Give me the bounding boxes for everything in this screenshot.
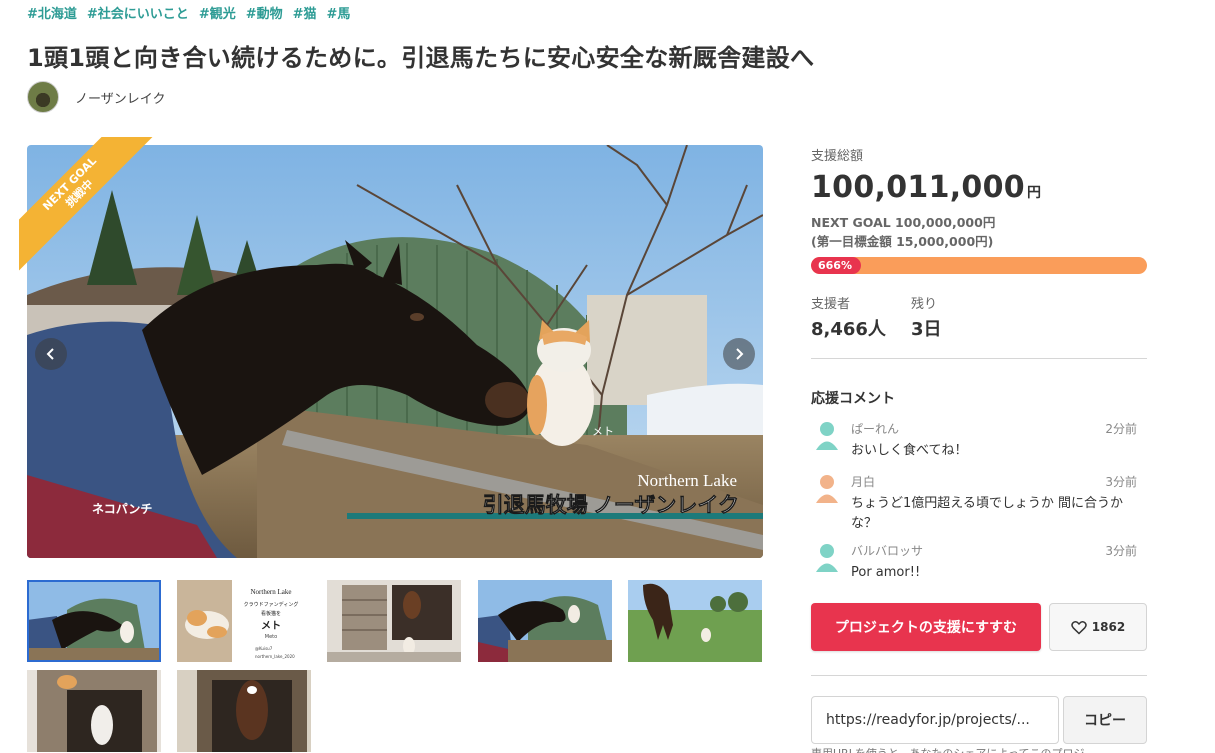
favorite-count: 1862: [1091, 620, 1126, 634]
tag-link[interactable]: #北海道: [27, 3, 77, 22]
carousel-prev-button[interactable]: [35, 338, 67, 370]
comment-text: Por amor!!: [851, 565, 921, 580]
comment-text: ちょうど1億円超える頃でしょうか 間に合うかな？: [851, 496, 1124, 531]
progress-label: 666%: [818, 259, 852, 272]
thumbnail-4[interactable]: [478, 580, 612, 662]
comment-item: ぱーれん 2分前 おいしく食べてね！: [811, 420, 1147, 461]
comment-author: 月白: [851, 475, 876, 489]
thumb-card-name-en: Meto: [265, 634, 277, 640]
tag-link[interactable]: #動物: [246, 3, 283, 22]
supporters-label: 支援者: [811, 297, 851, 312]
thumb-card-title: Northern Lake: [250, 588, 291, 596]
total-amount-value: 100,011,000: [811, 170, 1025, 205]
goal-info: NEXT GOAL 100,000,000円 (第一目標金額 15,000,00…: [811, 213, 1147, 251]
comment-author: ぱーれん: [851, 422, 900, 436]
comment-text: おいしく食べてね！: [851, 443, 968, 458]
thumb-card-sns1: @Kuisu7: [255, 646, 273, 651]
divider: [811, 358, 1147, 359]
supporters-value: 8,466人: [811, 319, 886, 340]
next-goal: NEXT GOAL 100,000,000円: [811, 215, 996, 230]
user-avatar-icon: [816, 422, 838, 450]
page-title: 1頭1頭と向き合い続けるために。引退馬たちに安心安全な新厩舎建設へ: [27, 44, 815, 72]
total-label: 支援総額: [811, 149, 864, 164]
favorite-button[interactable]: 1862: [1049, 603, 1147, 651]
heart-icon: [1071, 620, 1087, 635]
share-url-row: コピー: [811, 696, 1147, 744]
comment-author: バルバロッサ: [851, 544, 924, 558]
comment-time: 3分前: [1105, 475, 1137, 489]
funding-panel: 支援総額 100,011,000 円 NEXT GOAL 100,000,000…: [811, 145, 1147, 744]
thumbnail-5[interactable]: [628, 580, 762, 662]
user-avatar-icon: [816, 475, 838, 503]
thumbnail-2[interactable]: Northern Lake クラウドファンディング 看板猫を メト Meto @…: [177, 580, 311, 662]
thumbnail-3[interactable]: [327, 580, 461, 662]
remaining-value: 3日: [910, 319, 942, 340]
image-caption-jp: 引退馬牧場 ノーザンレイク: [483, 493, 739, 517]
carousel-next-button[interactable]: [723, 338, 755, 370]
comment-time: 2分前: [1105, 422, 1137, 436]
tag-link[interactable]: #社会にいいこと: [87, 3, 189, 22]
share-note: 専用URLを使うと、あなたのシェアによってこのプロジ: [811, 745, 1085, 753]
thumbnail-7[interactable]: [177, 670, 311, 752]
image-caption-horse: ネコパンチ: [92, 502, 152, 516]
comment-time: 3分前: [1105, 544, 1137, 558]
tag-link[interactable]: #猫: [293, 3, 317, 22]
comment-item: バルバロッサ 3分前 Por amor!!: [811, 542, 1147, 583]
tag-link[interactable]: #馬: [327, 3, 351, 22]
owner-name[interactable]: ノーザンレイク: [75, 88, 165, 107]
copy-button[interactable]: コピー: [1063, 696, 1147, 744]
thumb-card-line1: クラウドファンディング: [244, 601, 299, 608]
thumb-card-name: メト: [261, 620, 281, 632]
owner-avatar[interactable]: [27, 81, 59, 113]
image-caption-cat: メト: [592, 426, 614, 438]
stats-row: 支援者 8,466人 残り 3日: [811, 293, 1147, 341]
supporters-stat: 支援者 8,466人: [811, 293, 886, 341]
chevron-left-icon: [46, 348, 54, 360]
thumb-card-line2: 看板猫を: [261, 610, 281, 617]
chevron-right-icon: [736, 348, 744, 360]
total-amount: 100,011,000 円: [811, 170, 1147, 205]
image-caption-en: Northern Lake: [637, 471, 737, 490]
comment-item: 月白 3分前 ちょうど1億円超える頃でしょうか 間に合うかな？: [811, 473, 1147, 534]
first-goal: (第一目標金額 15,000,000円): [811, 234, 994, 249]
comments-title: 応援コメント: [811, 391, 895, 407]
thumbnail-1[interactable]: [27, 580, 161, 662]
currency-unit: 円: [1026, 185, 1041, 201]
support-project-button[interactable]: プロジェクトの支援にすすむ: [811, 603, 1041, 651]
share-url-input[interactable]: [811, 696, 1059, 744]
main-project-image[interactable]: ネコパンチ メト Northern Lake 引退馬牧場 ノーザンレイク: [27, 145, 763, 558]
progress-fill: 666%: [811, 257, 861, 274]
remaining-stat: 残り 3日: [911, 293, 942, 341]
user-avatar-icon: [816, 544, 838, 572]
tag-list: #北海道 #社会にいいこと #観光 #動物 #猫 #馬: [27, 3, 350, 22]
progress-bar: 666%: [811, 257, 1147, 274]
divider: [811, 675, 1147, 676]
owner-info[interactable]: ノーザンレイク: [27, 81, 165, 113]
tag-link[interactable]: #観光: [199, 3, 236, 22]
action-row: プロジェクトの支援にすすむ 1862: [811, 603, 1147, 651]
thumbnail-6[interactable]: [27, 670, 161, 752]
remaining-label: 残り: [910, 297, 937, 312]
thumb-card-sns2: northern_lake_2020: [255, 654, 295, 659]
